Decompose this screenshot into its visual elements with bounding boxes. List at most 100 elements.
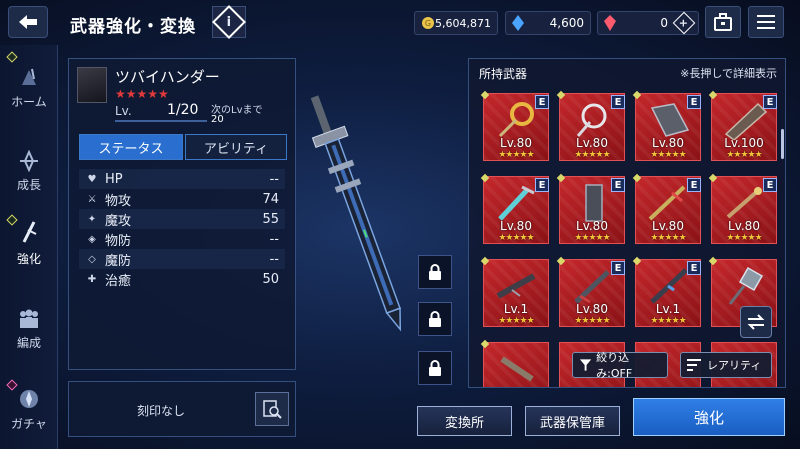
weapon-level: Lv.80 bbox=[576, 302, 608, 316]
weapon-status-panel: ツバイハンダー ★★★★★ Lv. 1/20 次のLvまで 20 ステータス ア… bbox=[68, 58, 296, 370]
gold-counter: G 5,604,871 bbox=[414, 11, 498, 35]
level-progress-bar bbox=[115, 120, 207, 122]
gacha-notice-dot bbox=[6, 379, 18, 391]
ruby-icon bbox=[604, 15, 616, 31]
item-bag-button[interactable] bbox=[705, 6, 741, 38]
equipped-badge: E bbox=[687, 95, 701, 109]
weapon-stars: ★★★★★ bbox=[574, 233, 610, 243]
nav-item-home[interactable]: ホーム bbox=[0, 51, 58, 110]
weapon-stars: ★★★★★ bbox=[650, 233, 686, 243]
inventory-hint: ※長押しで詳細表示 bbox=[680, 67, 777, 80]
info-button[interactable]: i bbox=[212, 5, 246, 39]
magic-attack-icon: ✦ bbox=[87, 213, 97, 225]
tab-status[interactable]: ステータス bbox=[79, 134, 183, 160]
character-avatar bbox=[77, 67, 107, 103]
ruby-counter: 0 + bbox=[597, 11, 699, 35]
filter-button[interactable]: 絞り込み:OFF bbox=[572, 351, 668, 380]
hamburger-icon bbox=[757, 15, 775, 29]
crystal-counter: 4,600 bbox=[505, 11, 591, 35]
weapon-stars: ★★★★★ bbox=[726, 150, 762, 160]
tab-ability[interactable]: アビリティ bbox=[185, 134, 287, 160]
stat-value: 50 bbox=[262, 271, 279, 287]
lock-slot-button[interactable] bbox=[418, 351, 452, 385]
engrave-label: 刻印なし bbox=[137, 404, 186, 418]
gold-coin-icon: G bbox=[422, 17, 434, 29]
nav-item-enhance[interactable]: 強化 bbox=[0, 214, 58, 267]
stat-row-healing: ✚ 治癒 50 bbox=[79, 269, 285, 289]
stat-label: 物攻 bbox=[105, 193, 132, 209]
back-button[interactable] bbox=[8, 6, 48, 38]
weapon-storage-button[interactable]: 武器保管庫 bbox=[525, 406, 620, 436]
weapon-level: Lv.80 bbox=[500, 136, 532, 150]
stat-value: 74 bbox=[262, 191, 279, 207]
lock-icon bbox=[429, 311, 441, 327]
lock-slot-button[interactable] bbox=[418, 255, 452, 289]
stat-label: 魔防 bbox=[105, 253, 132, 269]
lock-slot-button[interactable] bbox=[418, 302, 452, 336]
stat-list: ♥ HP -- ⚔ 物攻 74 ✦ 魔攻 55 ◈ 物防 -- ◇ 魔防 -- ✚ 治癒 50 bbox=[69, 169, 297, 299]
weapon-level: Lv.1 bbox=[655, 302, 681, 316]
weapon-card[interactable]: Lv.1 ★★★★★ bbox=[483, 259, 549, 327]
gold-value: 5,604,871 bbox=[435, 16, 491, 30]
growth-icon bbox=[20, 150, 38, 172]
home-icon bbox=[22, 68, 36, 85]
active-marker bbox=[6, 214, 18, 226]
nav-label-enhance: 強化 bbox=[16, 252, 41, 266]
svg-text:G: G bbox=[425, 19, 431, 28]
hp-icon: ♥ bbox=[87, 173, 97, 185]
next-level-value: 20 bbox=[211, 114, 224, 125]
weapon-thumbnail-icon bbox=[496, 273, 536, 299]
weapon-stars: ★★★★★ bbox=[498, 316, 534, 326]
filter-icon bbox=[579, 359, 592, 371]
exchange-button[interactable]: 変換所 bbox=[417, 406, 512, 436]
weapon-stars: ★★★★★ bbox=[650, 150, 686, 160]
swap-arrows-icon bbox=[747, 314, 765, 330]
weapon-rarity-stars: ★★★★★ bbox=[115, 87, 169, 101]
equipped-badge: E bbox=[687, 261, 701, 275]
engrave-panel: 刻印なし bbox=[68, 381, 296, 437]
nav-item-party[interactable]: 編成 bbox=[0, 308, 58, 351]
nav-item-gacha[interactable]: ガチャ bbox=[0, 379, 58, 432]
nav-item-growth[interactable]: 成長 bbox=[0, 150, 58, 193]
physical-attack-icon: ⚔ bbox=[87, 193, 97, 205]
engrave-detail-button[interactable] bbox=[255, 392, 289, 426]
stat-label: 治癒 bbox=[105, 273, 132, 289]
filter-label: 絞り込み:OFF bbox=[596, 351, 633, 380]
lock-icon bbox=[429, 264, 441, 280]
weapon-name: ツバイハンダー bbox=[115, 68, 220, 86]
weapon-stars: ★★★★★ bbox=[498, 233, 534, 243]
stat-label: 魔攻 bbox=[105, 213, 132, 229]
level-value: 1/20 bbox=[167, 102, 199, 118]
inventory-title: 所持武器 bbox=[479, 67, 528, 81]
stat-row-hp: ♥ HP -- bbox=[79, 169, 285, 189]
sort-button[interactable]: レアリティ bbox=[680, 352, 772, 378]
weapon-model bbox=[310, 95, 402, 332]
page-title: 武器強化・変換 bbox=[70, 17, 196, 37]
equipped-badge: E bbox=[687, 178, 701, 192]
ruby-value: 0 bbox=[660, 16, 668, 30]
lock-icon bbox=[429, 360, 441, 376]
crystal-icon bbox=[512, 15, 524, 31]
weapon-stars: ★★★★★ bbox=[574, 150, 610, 160]
menu-button[interactable] bbox=[748, 6, 784, 38]
equipped-badge: E bbox=[611, 95, 625, 109]
weapon-stars: ★★★★★ bbox=[498, 150, 534, 160]
stat-row-physical-attack: ⚔ 物攻 74 bbox=[79, 189, 285, 209]
nav-label-growth: 成長 bbox=[16, 178, 41, 192]
weapon-level: Lv.80 bbox=[652, 219, 684, 233]
equipped-badge: E bbox=[763, 95, 777, 109]
weapon-card[interactable] bbox=[483, 342, 549, 387]
healing-icon: ✚ bbox=[87, 273, 97, 285]
bag-icon bbox=[714, 13, 732, 31]
equipped-badge: E bbox=[535, 95, 549, 109]
swap-sort-order-button[interactable] bbox=[740, 306, 772, 338]
nav-label-party: 編成 bbox=[16, 336, 41, 350]
inventory-scrollbar[interactable] bbox=[781, 129, 784, 159]
enhance-button[interactable]: 強化 bbox=[633, 398, 785, 436]
stat-value: -- bbox=[269, 251, 279, 267]
stat-label: HP bbox=[105, 171, 123, 187]
weapon-inventory-panel: 所持武器 ※長押しで詳細表示 Lv.80 ★★★★★ Lv.80 ★★★★★ L… bbox=[468, 58, 786, 388]
weapon-level: Lv.80 bbox=[652, 136, 684, 150]
stat-value: 55 bbox=[262, 211, 279, 227]
add-ruby-icon[interactable]: + bbox=[672, 11, 696, 35]
